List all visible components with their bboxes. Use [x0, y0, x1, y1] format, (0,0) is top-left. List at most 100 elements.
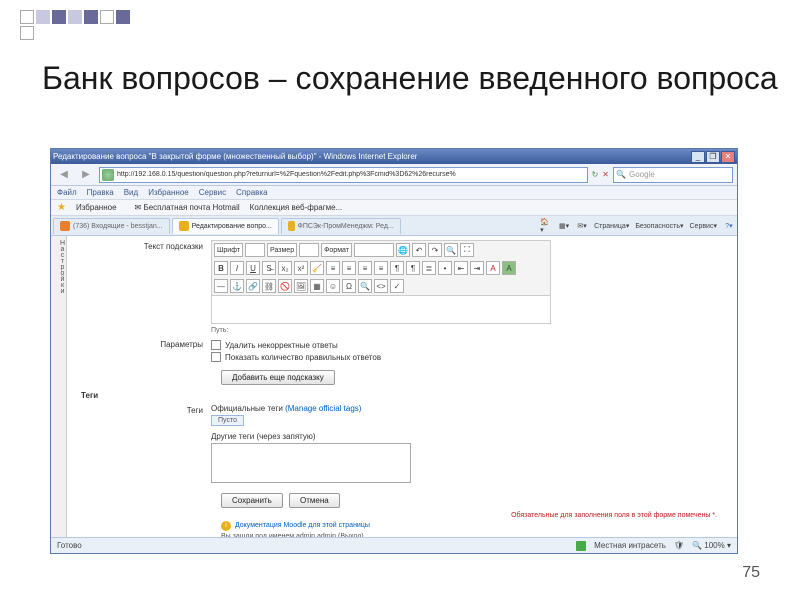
safety-menu[interactable]: Безопасность▾	[635, 222, 683, 230]
home-icon[interactable]: 🏠▾	[540, 220, 552, 232]
strike-icon[interactable]: S̶	[262, 261, 276, 275]
address-bar[interactable]: http://192.168.0.15/question/question.ph…	[99, 167, 588, 183]
emoticon-icon[interactable]: ☺	[326, 279, 340, 293]
forward-button[interactable]: ▶	[77, 166, 95, 184]
align-center-icon[interactable]: ≡	[342, 261, 356, 275]
fav-hotmail[interactable]: Бесплатная почта Hotmail	[143, 203, 239, 212]
manage-tags-link[interactable]: (Manage official tags)	[285, 404, 361, 413]
outdent-icon[interactable]: ⇤	[454, 261, 468, 275]
globe-icon	[102, 169, 114, 181]
save-button[interactable]: Сохранить	[221, 493, 283, 508]
menubar: Файл Правка Вид Избранное Сервис Справка	[51, 186, 737, 200]
indent-icon[interactable]: ⇥	[470, 261, 484, 275]
find-icon[interactable]: 🔍	[444, 243, 458, 257]
menu-help[interactable]: Справка	[236, 188, 267, 197]
hint-editor[interactable]	[211, 296, 551, 324]
bgcolor-icon[interactable]: A	[502, 261, 516, 275]
tools-menu[interactable]: Сервис▾	[690, 222, 718, 230]
undo-icon[interactable]: ↶	[412, 243, 426, 257]
cancel-button[interactable]: Отмена	[289, 493, 340, 508]
stop-icon[interactable]: ✕	[602, 170, 609, 179]
menu-file[interactable]: Файл	[57, 188, 77, 197]
italic-icon[interactable]: I	[230, 261, 244, 275]
official-tags-label: Официальные теги	[211, 404, 283, 413]
size-select[interactable]: Размер	[267, 243, 297, 257]
minimize-button[interactable]: _	[691, 151, 705, 163]
html-icon[interactable]: <>	[374, 279, 388, 293]
slide-title: Банк вопросов – сохранение введенного во…	[42, 60, 778, 97]
menu-favorites[interactable]: Избранное	[148, 188, 189, 197]
checkbox-show-count[interactable]	[211, 352, 221, 362]
link-icon[interactable]: 🔗	[246, 279, 260, 293]
spellcheck-icon[interactable]: ✓	[390, 279, 404, 293]
redo-icon[interactable]: ↷	[428, 243, 442, 257]
image-icon[interactable]: 🖼	[294, 279, 308, 293]
rtl-icon[interactable]: ¶	[406, 261, 420, 275]
search-icon[interactable]: 🔍	[358, 279, 372, 293]
settings-panel[interactable]: Настройки	[51, 236, 67, 537]
table-icon[interactable]: ▦	[310, 279, 324, 293]
char-icon[interactable]: Ω	[342, 279, 356, 293]
fullscreen-icon[interactable]: ⛶	[460, 243, 474, 257]
status-ready: Готово	[57, 541, 82, 550]
tag-empty[interactable]: Пусто	[211, 415, 244, 426]
star-icon[interactable]: ★	[57, 202, 66, 213]
maximize-button[interactable]: ❐	[706, 151, 720, 163]
bold-icon[interactable]: B	[214, 261, 228, 275]
checkbox-delete-incorrect[interactable]	[211, 340, 221, 350]
nolink-icon[interactable]: 🚫	[278, 279, 292, 293]
menu-view[interactable]: Вид	[124, 188, 138, 197]
ltr-icon[interactable]: ¶	[390, 261, 404, 275]
chk-show-label: Показать количество правильных ответов	[225, 353, 381, 362]
tab-tools: 🏠▾ ▦▾ ✉▾ Страница▾ Безопасность▾ Сервис▾…	[540, 220, 735, 232]
help-icon[interactable]: ?▾	[723, 220, 735, 232]
url-text: http://192.168.0.15/question/question.ph…	[117, 171, 456, 178]
add-hint-button[interactable]: Добавить еще подсказку	[221, 370, 335, 385]
editor-path: Путь:	[211, 327, 727, 334]
list-num-icon[interactable]: ≣	[422, 261, 436, 275]
status-zone: Местная интрасеть	[594, 541, 666, 550]
clean-icon[interactable]: 🧹	[310, 261, 324, 275]
close-button[interactable]: ✕	[721, 151, 735, 163]
logged-in-info: Вы зашли под именем admin admin (Выход)	[221, 533, 727, 537]
mail-icon[interactable]: ✉▾	[576, 220, 588, 232]
info-icon: i	[221, 521, 231, 531]
search-box[interactable]: 🔍 Google	[613, 167, 733, 183]
refresh-icon[interactable]: ↻	[592, 170, 599, 179]
other-tags-label: Другие теги (через запятую)	[211, 432, 727, 441]
color-icon[interactable]: A	[486, 261, 500, 275]
zoom-control[interactable]: 🔍 100% ▾	[692, 541, 731, 550]
tags-label: Теги	[81, 404, 211, 485]
favorites-label: Избранное	[76, 203, 117, 212]
align-left-icon[interactable]: ≡	[326, 261, 340, 275]
tab-course[interactable]: ФПСЭк-ПромМенеджм: Ред...	[281, 218, 401, 234]
list-bul-icon[interactable]: •	[438, 261, 452, 275]
unlink-icon[interactable]: ⛓	[262, 279, 276, 293]
tab-inbox[interactable]: (736) Входящие - besstjan...	[53, 218, 170, 234]
align-justify-icon[interactable]: ≡	[374, 261, 388, 275]
sub-icon[interactable]: x₂	[278, 261, 292, 275]
hr-icon[interactable]: —	[214, 279, 228, 293]
statusbar: Готово Местная интрасеть 🛡 🔍 100% ▾	[51, 537, 737, 553]
decor-squares	[20, 10, 130, 40]
window-title: Редактирование вопроса "В закрытой форме…	[53, 152, 417, 161]
align-right-icon[interactable]: ≡	[358, 261, 372, 275]
underline-icon[interactable]: U	[246, 261, 260, 275]
back-button[interactable]: ◀	[55, 166, 73, 184]
tab-edit-question[interactable]: Редактирование вопро...	[172, 218, 279, 234]
slide-number: 75	[742, 564, 760, 582]
fav-webfrag[interactable]: Коллекция веб-фрагме...	[250, 203, 343, 212]
font-select[interactable]: Шрифт	[214, 243, 243, 257]
feeds-icon[interactable]: ▦▾	[558, 220, 570, 232]
other-tags-input[interactable]	[211, 443, 411, 483]
sup-icon[interactable]: x²	[294, 261, 308, 275]
page-menu[interactable]: Страница▾	[594, 222, 629, 230]
format-select[interactable]: Формат	[321, 243, 352, 257]
anchor-icon[interactable]: ⚓	[230, 279, 244, 293]
required-note: Обязательные для заполнения поля в этой …	[81, 512, 727, 519]
menu-tools[interactable]: Сервис	[199, 188, 226, 197]
lang-icon[interactable]: 🌐	[396, 243, 410, 257]
browser-window: Редактирование вопроса "В закрытой форме…	[50, 148, 738, 554]
menu-edit[interactable]: Правка	[87, 188, 114, 197]
moodle-docs-link[interactable]: Документация Moodle для этой страницы	[235, 522, 370, 529]
